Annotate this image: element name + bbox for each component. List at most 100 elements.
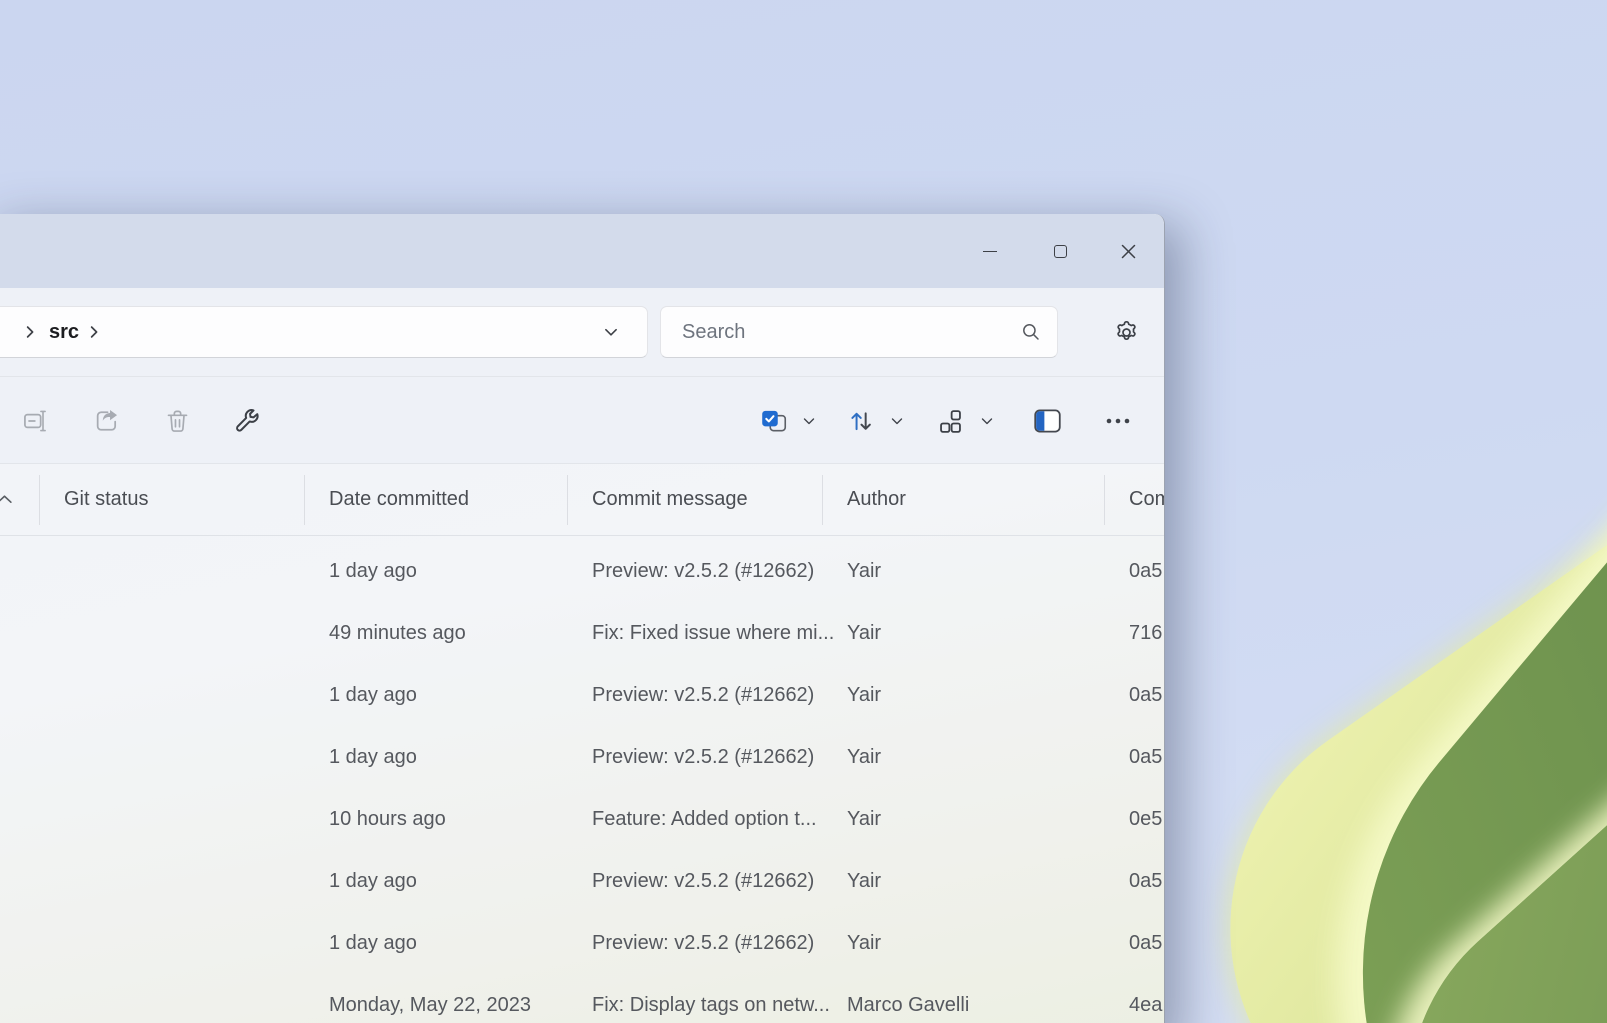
commit-message-cell: Preview: v2.5.2 (#12662) (592, 850, 814, 912)
table-row[interactable]: 49 minutes ago Fix: Fixed issue where mi… (0, 602, 1164, 664)
delete-button[interactable] (155, 399, 199, 443)
multi-select-dropdown[interactable] (796, 399, 822, 443)
commit-message-cell: Preview: v2.5.2 (#12662) (592, 912, 814, 974)
more-options-button[interactable] (1096, 399, 1140, 443)
column-divider (822, 475, 823, 525)
author-cell: Yair (847, 726, 881, 788)
multi-select-button[interactable] (752, 399, 796, 443)
search-icon[interactable] (1021, 322, 1041, 342)
column-divider (39, 475, 40, 525)
chevron-down-icon (980, 414, 994, 428)
header-divider (0, 535, 1164, 536)
file-list: 1 day ago Preview: v2.5.2 (#12662) Yair … (0, 540, 1164, 1023)
commit-message-cell: Preview: v2.5.2 (#12662) (592, 540, 814, 602)
titlebar (0, 214, 1164, 288)
sort-ascending-icon (0, 463, 13, 535)
search-input[interactable] (680, 320, 1021, 345)
sort-dropdown[interactable] (884, 399, 910, 443)
file-manager-window: src (0, 214, 1165, 1023)
column-header-git-status[interactable]: Git status (64, 463, 148, 535)
minimize-button[interactable] (959, 220, 1021, 282)
date-committed-cell: 1 day ago (329, 912, 417, 974)
commit-hash-cell: 716 (1129, 602, 1162, 664)
column-divider (567, 475, 568, 525)
chevron-right-icon[interactable] (23, 307, 37, 357)
commit-hash-cell: 4ea (1129, 974, 1162, 1023)
trash-icon (164, 408, 191, 435)
wrench-icon (233, 407, 261, 435)
commit-message-cell: Feature: Added option t... (592, 788, 817, 850)
column-header-author[interactable]: Author (847, 463, 906, 535)
layout-button[interactable] (928, 399, 972, 443)
table-row[interactable]: 1 day ago Preview: v2.5.2 (#12662) Yair … (0, 664, 1164, 726)
table-row[interactable]: 1 day ago Preview: v2.5.2 (#12662) Yair … (0, 912, 1164, 974)
layout-icon (937, 408, 964, 435)
date-committed-cell: Monday, May 22, 2023 (329, 974, 531, 1023)
date-committed-cell: 1 day ago (329, 664, 417, 726)
commit-message-cell: Preview: v2.5.2 (#12662) (592, 726, 814, 788)
table-row[interactable]: 1 day ago Preview: v2.5.2 (#12662) Yair … (0, 726, 1164, 788)
author-cell: Yair (847, 850, 881, 912)
column-header-commit[interactable]: Com (1129, 463, 1165, 535)
author-cell: Yair (847, 788, 881, 850)
minimize-icon (983, 251, 997, 252)
column-header-date-committed[interactable]: Date committed (329, 463, 469, 535)
rename-button[interactable] (14, 399, 58, 443)
chevron-down-icon (802, 414, 816, 428)
commit-hash-cell: 0a5 (1129, 726, 1162, 788)
author-cell: Yair (847, 540, 881, 602)
address-row: src (0, 288, 1164, 377)
table-row[interactable]: 1 day ago Preview: v2.5.2 (#12662) Yair … (0, 850, 1164, 912)
address-dropdown-button[interactable] (603, 307, 619, 357)
desktop: src (0, 0, 1607, 1023)
author-cell: Yair (847, 602, 881, 664)
column-header-commit-message[interactable]: Commit message (592, 463, 748, 535)
column-divider (1104, 475, 1105, 525)
author-cell: Yair (847, 912, 881, 974)
commit-message-cell: Fix: Fixed issue where mi... (592, 602, 834, 664)
breadcrumb-item-src[interactable]: src (49, 307, 79, 357)
search-box (660, 306, 1058, 358)
date-committed-cell: 1 day ago (329, 726, 417, 788)
table-row[interactable]: 10 hours ago Feature: Added option t... … (0, 788, 1164, 850)
preview-pane-button[interactable] (1025, 399, 1069, 443)
address-bar[interactable]: src (0, 306, 648, 358)
date-committed-cell: 49 minutes ago (329, 602, 466, 664)
table-row[interactable]: 1 day ago Preview: v2.5.2 (#12662) Yair … (0, 540, 1164, 602)
layout-dropdown[interactable] (974, 399, 1000, 443)
close-button[interactable] (1097, 220, 1159, 282)
share-icon (93, 407, 121, 435)
wrench-button[interactable] (225, 399, 269, 443)
table-row[interactable]: Monday, May 22, 2023 Fix: Display tags o… (0, 974, 1164, 1023)
column-divider (304, 475, 305, 525)
date-committed-cell: 1 day ago (329, 540, 417, 602)
close-icon (1121, 244, 1136, 259)
commit-message-cell: Preview: v2.5.2 (#12662) (592, 664, 814, 726)
sort-icon (847, 407, 875, 435)
commit-hash-cell: 0e5 (1129, 788, 1162, 850)
share-button[interactable] (85, 399, 129, 443)
preview-pane-icon (1033, 408, 1062, 434)
date-committed-cell: 1 day ago (329, 850, 417, 912)
author-cell: Yair (847, 664, 881, 726)
settings-button[interactable] (1104, 310, 1148, 354)
chevron-down-icon (603, 324, 619, 340)
sort-button[interactable] (839, 399, 883, 443)
toolbar (0, 377, 1164, 463)
commit-hash-cell: 0a5 (1129, 540, 1162, 602)
date-committed-cell: 10 hours ago (329, 788, 446, 850)
commit-hash-cell: 0a5 (1129, 664, 1162, 726)
more-icon (1105, 417, 1131, 425)
gear-icon (1113, 319, 1140, 346)
maximize-icon (1054, 245, 1067, 258)
multi-select-icon (759, 408, 789, 434)
chevron-down-icon (890, 414, 904, 428)
commit-message-cell: Fix: Display tags on netw... (592, 974, 830, 1023)
maximize-button[interactable] (1029, 220, 1091, 282)
chevron-right-icon[interactable] (87, 307, 101, 357)
rename-icon (22, 407, 50, 435)
column-headers: Git status Date committed Commit message… (0, 463, 1164, 535)
author-cell: Marco Gavelli (847, 974, 969, 1023)
commit-hash-cell: 0a5 (1129, 912, 1162, 974)
commit-hash-cell: 0a5 (1129, 850, 1162, 912)
